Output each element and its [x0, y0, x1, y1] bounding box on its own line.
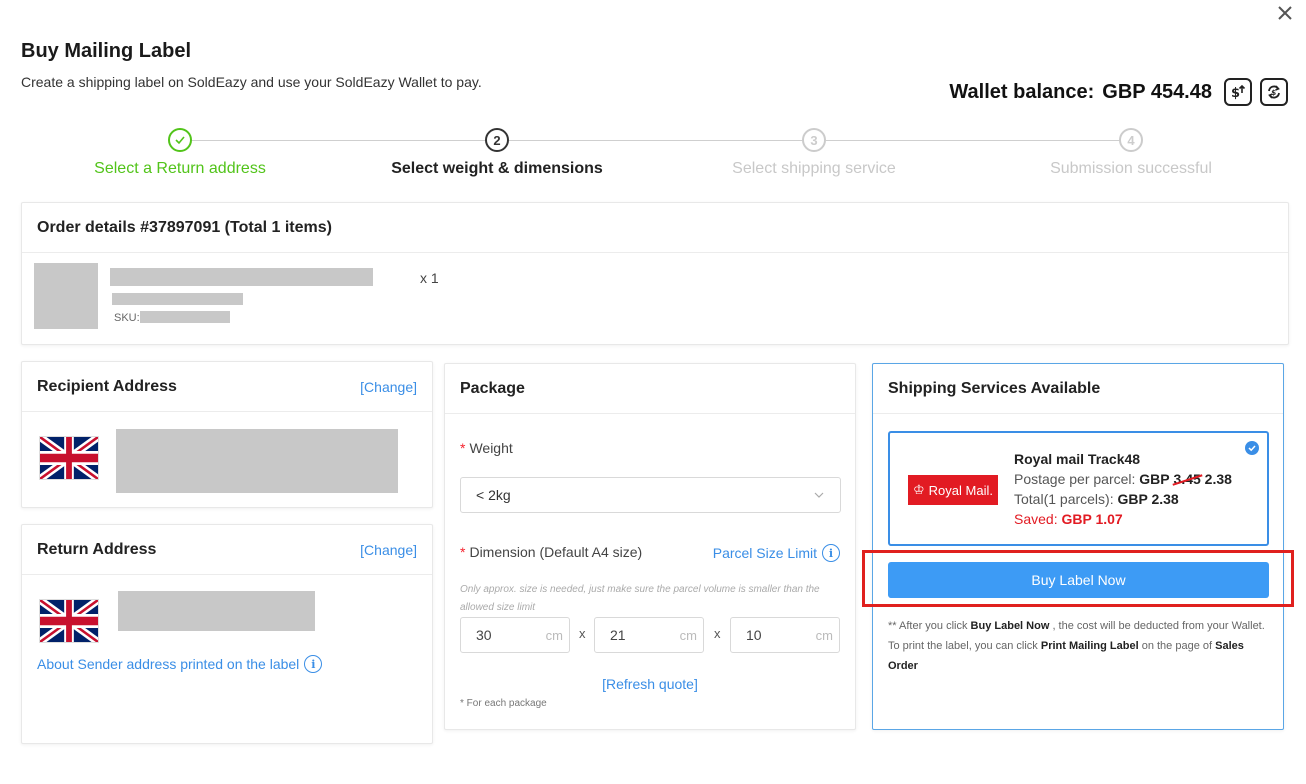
step-3: 3 Select shipping service — [664, 128, 964, 178]
service-name: Royal mail Track48 — [1014, 451, 1141, 467]
step-number: 3 — [802, 128, 826, 152]
redacted-product-variant — [112, 293, 243, 305]
each-package-note: * For each package — [460, 698, 547, 709]
uk-flag-icon — [39, 436, 99, 480]
check-icon — [168, 128, 192, 152]
buy-label-note: ** After you click Buy Label Now , the c… — [888, 620, 1265, 672]
sku-label: SKU: — [114, 312, 140, 324]
step-label: Select shipping service — [732, 160, 896, 177]
recipient-title: Recipient Address — [37, 377, 177, 395]
close-icon — [1278, 6, 1292, 20]
wallet-topup-button[interactable]: $ — [1224, 78, 1252, 106]
old-price: 3.45 — [1173, 471, 1201, 487]
return-address-card: Return Address [Change] About Sender add… — [21, 524, 433, 744]
dimension-label: * Dimension (Default A4 size) — [460, 544, 643, 560]
selected-check-icon — [1245, 441, 1259, 455]
total-price: Total(1 parcels): GBP 2.38 — [1014, 491, 1179, 507]
step-1: Select a Return address — [30, 128, 330, 178]
step-label: Select a Return address — [94, 160, 266, 177]
saved-amount: Saved: GBP 1.07 — [1014, 511, 1123, 527]
times-sign: x — [579, 626, 586, 641]
return-change-link[interactable]: [Change] — [360, 542, 417, 558]
crown-icon: ♔ — [913, 482, 925, 497]
length-input[interactable]: 30 cm — [460, 617, 570, 653]
package-title: Package — [460, 379, 525, 397]
info-icon: i — [304, 655, 323, 673]
order-title: Order details #37897091 (Total 1 items) — [37, 218, 332, 236]
wallet-refresh-button[interactable]: $ — [1260, 78, 1288, 106]
refresh-icon: $ — [1268, 85, 1280, 99]
refresh-quote-link[interactable]: [Refresh quote] — [445, 676, 855, 692]
redacted-return-address — [118, 591, 315, 631]
item-quantity: x 1 — [420, 270, 439, 286]
weight-label: * Weight — [460, 440, 513, 456]
redacted-sku — [140, 311, 230, 323]
weight-value: < 2kg — [476, 487, 511, 503]
uk-flag-icon — [39, 599, 99, 643]
shipping-services-card: Shipping Services Available ♔ Royal Mail… — [872, 363, 1284, 730]
close-button[interactable] — [1274, 2, 1296, 24]
buy-label-now-button[interactable]: Buy Label Now — [888, 562, 1269, 598]
order-item: SKU: x 1 — [22, 253, 1288, 345]
step-label: Submission successful — [1050, 160, 1212, 177]
redacted-product-title — [110, 268, 373, 286]
return-title: Return Address — [37, 540, 157, 558]
chevron-down-icon — [814, 492, 824, 498]
step-4: 4 Submission successful — [981, 128, 1281, 178]
product-image — [34, 263, 98, 329]
progress-stepper: Select a Return address 2 Select weight … — [21, 128, 1289, 188]
new-price: 2.38 — [1204, 471, 1232, 487]
royal-mail-logo: ♔ Royal Mail. — [908, 475, 998, 505]
height-input[interactable]: 10 cm — [730, 617, 840, 653]
postage-per-parcel: Postage per parcel: GBP 3.45 2.38 — [1014, 471, 1232, 487]
wallet-label: Wallet balance: — [949, 80, 1095, 103]
width-input[interactable]: 21 cm — [594, 617, 704, 653]
service-option-royal-mail[interactable]: ♔ Royal Mail. Royal mail Track48 Postage… — [888, 431, 1269, 546]
sender-address-info-link[interactable]: About Sender address printed on the labe… — [37, 655, 323, 673]
dimension-hint: Only approx. size is needed, just make s… — [460, 584, 820, 613]
parcel-link-text: Parcel Size Limit — [712, 545, 817, 561]
dialog-subtitle: Create a shipping label on SoldEazy and … — [21, 74, 482, 90]
wallet-value: GBP 454.48 — [1102, 80, 1212, 103]
dialog-title: Buy Mailing Label — [21, 40, 192, 62]
sender-link-text: About Sender address printed on the labe… — [37, 656, 300, 672]
svg-text:$: $ — [1231, 86, 1240, 101]
shipping-title: Shipping Services Available — [888, 379, 1101, 397]
step-2: 2 Select weight & dimensions — [347, 128, 647, 178]
wallet-balance: Wallet balance: GBP 454.48 $ $ — [949, 78, 1288, 106]
recipient-address-card: Recipient Address [Change] — [21, 361, 433, 508]
redacted-recipient-address — [116, 429, 398, 493]
recipient-change-link[interactable]: [Change] — [360, 379, 417, 395]
order-details-card: Order details #37897091 (Total 1 items) … — [21, 202, 1289, 345]
info-icon: i — [822, 544, 840, 562]
dollar-topup-icon: $ — [1231, 84, 1246, 101]
step-number: 4 — [1119, 128, 1143, 152]
svg-text:$: $ — [1271, 89, 1276, 97]
weight-select[interactable]: < 2kg — [460, 477, 841, 513]
times-sign: x — [714, 626, 721, 641]
parcel-size-limit-link[interactable]: Parcel Size Limit i — [713, 544, 840, 562]
step-number: 2 — [485, 128, 509, 152]
package-card: Package * Weight < 2kg * Dimension (Defaul… — [444, 363, 856, 730]
step-label: Select weight & dimensions — [391, 160, 603, 177]
